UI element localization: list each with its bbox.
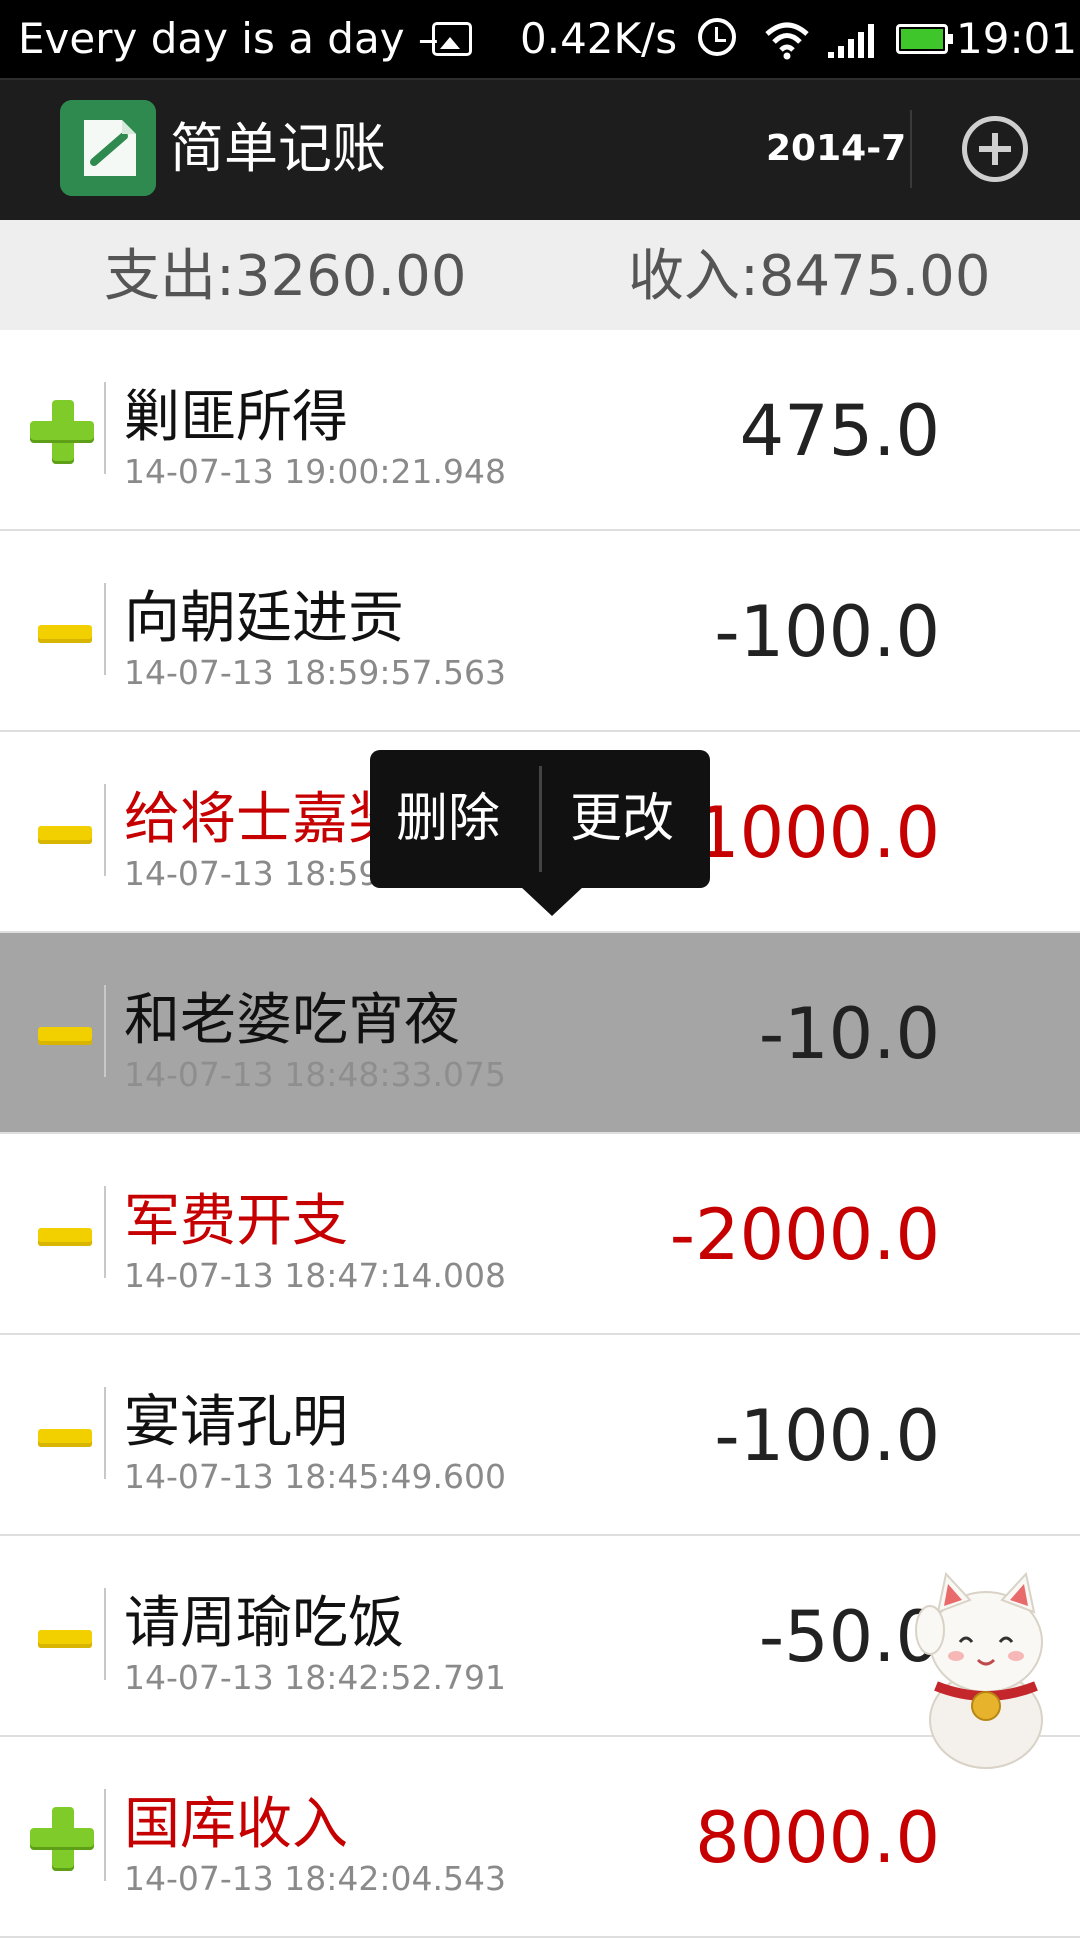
record-amount: 475.0 — [739, 390, 940, 472]
record-row[interactable]: 剿匪所得 14-07-13 19:00:21.948 475.0 — [0, 330, 1080, 531]
record-time: 14-07-13 18:47:14.008 — [124, 1256, 506, 1295]
battery-icon — [896, 24, 953, 54]
notification-text: Every day is a day – — [18, 14, 439, 63]
record-row-selected[interactable]: 和老婆吃宵夜 14-07-13 18:48:33.075 -10.0 — [0, 933, 1080, 1134]
action-bar-divider — [910, 110, 912, 188]
image-notification-icon — [432, 22, 472, 56]
row-divider — [104, 382, 106, 474]
record-title: 剿匪所得 — [124, 385, 348, 450]
summary-bar: 支出:3260.00 收入:8475.00 — [0, 220, 1080, 330]
status-bar: Every day is a day – 0.42K/s 19:01 — [0, 0, 1080, 78]
total-income: 收入:8475.00 — [628, 244, 991, 309]
record-time: 14-07-13 18:59 — [124, 854, 380, 893]
record-title: 请周瑜吃饭 — [124, 1591, 404, 1656]
row-divider — [104, 1789, 106, 1881]
delete-button[interactable]: 删除 — [396, 750, 500, 888]
expense-minus-icon — [30, 1204, 94, 1268]
record-title: 给将士嘉奖 — [124, 787, 404, 852]
status-clock: 19:01 — [956, 14, 1078, 63]
record-time: 14-07-13 18:45:49.600 — [124, 1457, 506, 1496]
income-plus-icon — [30, 1807, 94, 1871]
record-time: 14-07-13 18:42:52.791 — [124, 1658, 506, 1697]
row-divider — [104, 1387, 106, 1479]
row-divider — [104, 985, 106, 1077]
app-title: 简单记账 — [170, 117, 386, 180]
row-divider — [104, 1186, 106, 1278]
month-selector[interactable]: 2014-7 — [766, 80, 906, 218]
record-time: 14-07-13 19:00:21.948 — [124, 452, 506, 491]
record-title: 向朝廷进贡 — [124, 586, 404, 651]
wifi-icon — [765, 22, 809, 60]
record-row[interactable]: 向朝廷进贡 14-07-13 18:59:57.563 -100.0 — [0, 531, 1080, 732]
menu-pointer — [520, 886, 584, 916]
app-logo-icon[interactable] — [60, 100, 156, 196]
record-title: 军费开支 — [124, 1189, 348, 1254]
expense-minus-icon — [30, 1003, 94, 1067]
expense-minus-icon — [30, 1606, 94, 1670]
context-menu: 删除 更改 — [370, 750, 710, 916]
record-amount: -2000.0 — [669, 1194, 940, 1276]
record-title: 国库收入 — [124, 1792, 348, 1857]
record-time: 14-07-13 18:42:04.543 — [124, 1859, 506, 1898]
record-title: 和老婆吃宵夜 — [124, 988, 460, 1053]
lucky-cat-icon[interactable] — [908, 1560, 1058, 1770]
expense-minus-icon — [30, 1405, 94, 1469]
record-row[interactable]: 宴请孔明 14-07-13 18:45:49.600 -100.0 — [0, 1335, 1080, 1536]
record-row[interactable]: 军费开支 14-07-13 18:47:14.008 -2000.0 — [0, 1134, 1080, 1335]
record-amount: -10.0 — [758, 993, 940, 1075]
record-amount: -100.0 — [714, 1395, 940, 1477]
signal-icon — [828, 24, 874, 58]
record-amount: -100.0 — [714, 591, 940, 673]
add-record-button[interactable] — [962, 116, 1028, 182]
row-divider — [104, 583, 106, 675]
total-expense: 支出:3260.00 — [104, 244, 467, 309]
network-speed: 0.42K/s — [520, 14, 678, 63]
record-amount: 8000.0 — [695, 1797, 940, 1879]
row-divider — [104, 784, 106, 876]
action-bar: 简单记账 2014-7 — [0, 78, 1080, 220]
expense-minus-icon — [30, 601, 94, 665]
expense-minus-icon — [30, 802, 94, 866]
menu-separator — [539, 766, 542, 872]
income-plus-icon — [30, 400, 94, 464]
edit-button[interactable]: 更改 — [570, 750, 674, 888]
record-amount: -1000.0 — [669, 792, 940, 874]
record-title: 宴请孔明 — [124, 1390, 348, 1455]
record-time: 14-07-13 18:59:57.563 — [124, 653, 506, 692]
record-time: 14-07-13 18:48:33.075 — [124, 1055, 506, 1094]
row-divider — [104, 1588, 106, 1680]
alarm-icon — [698, 18, 736, 56]
